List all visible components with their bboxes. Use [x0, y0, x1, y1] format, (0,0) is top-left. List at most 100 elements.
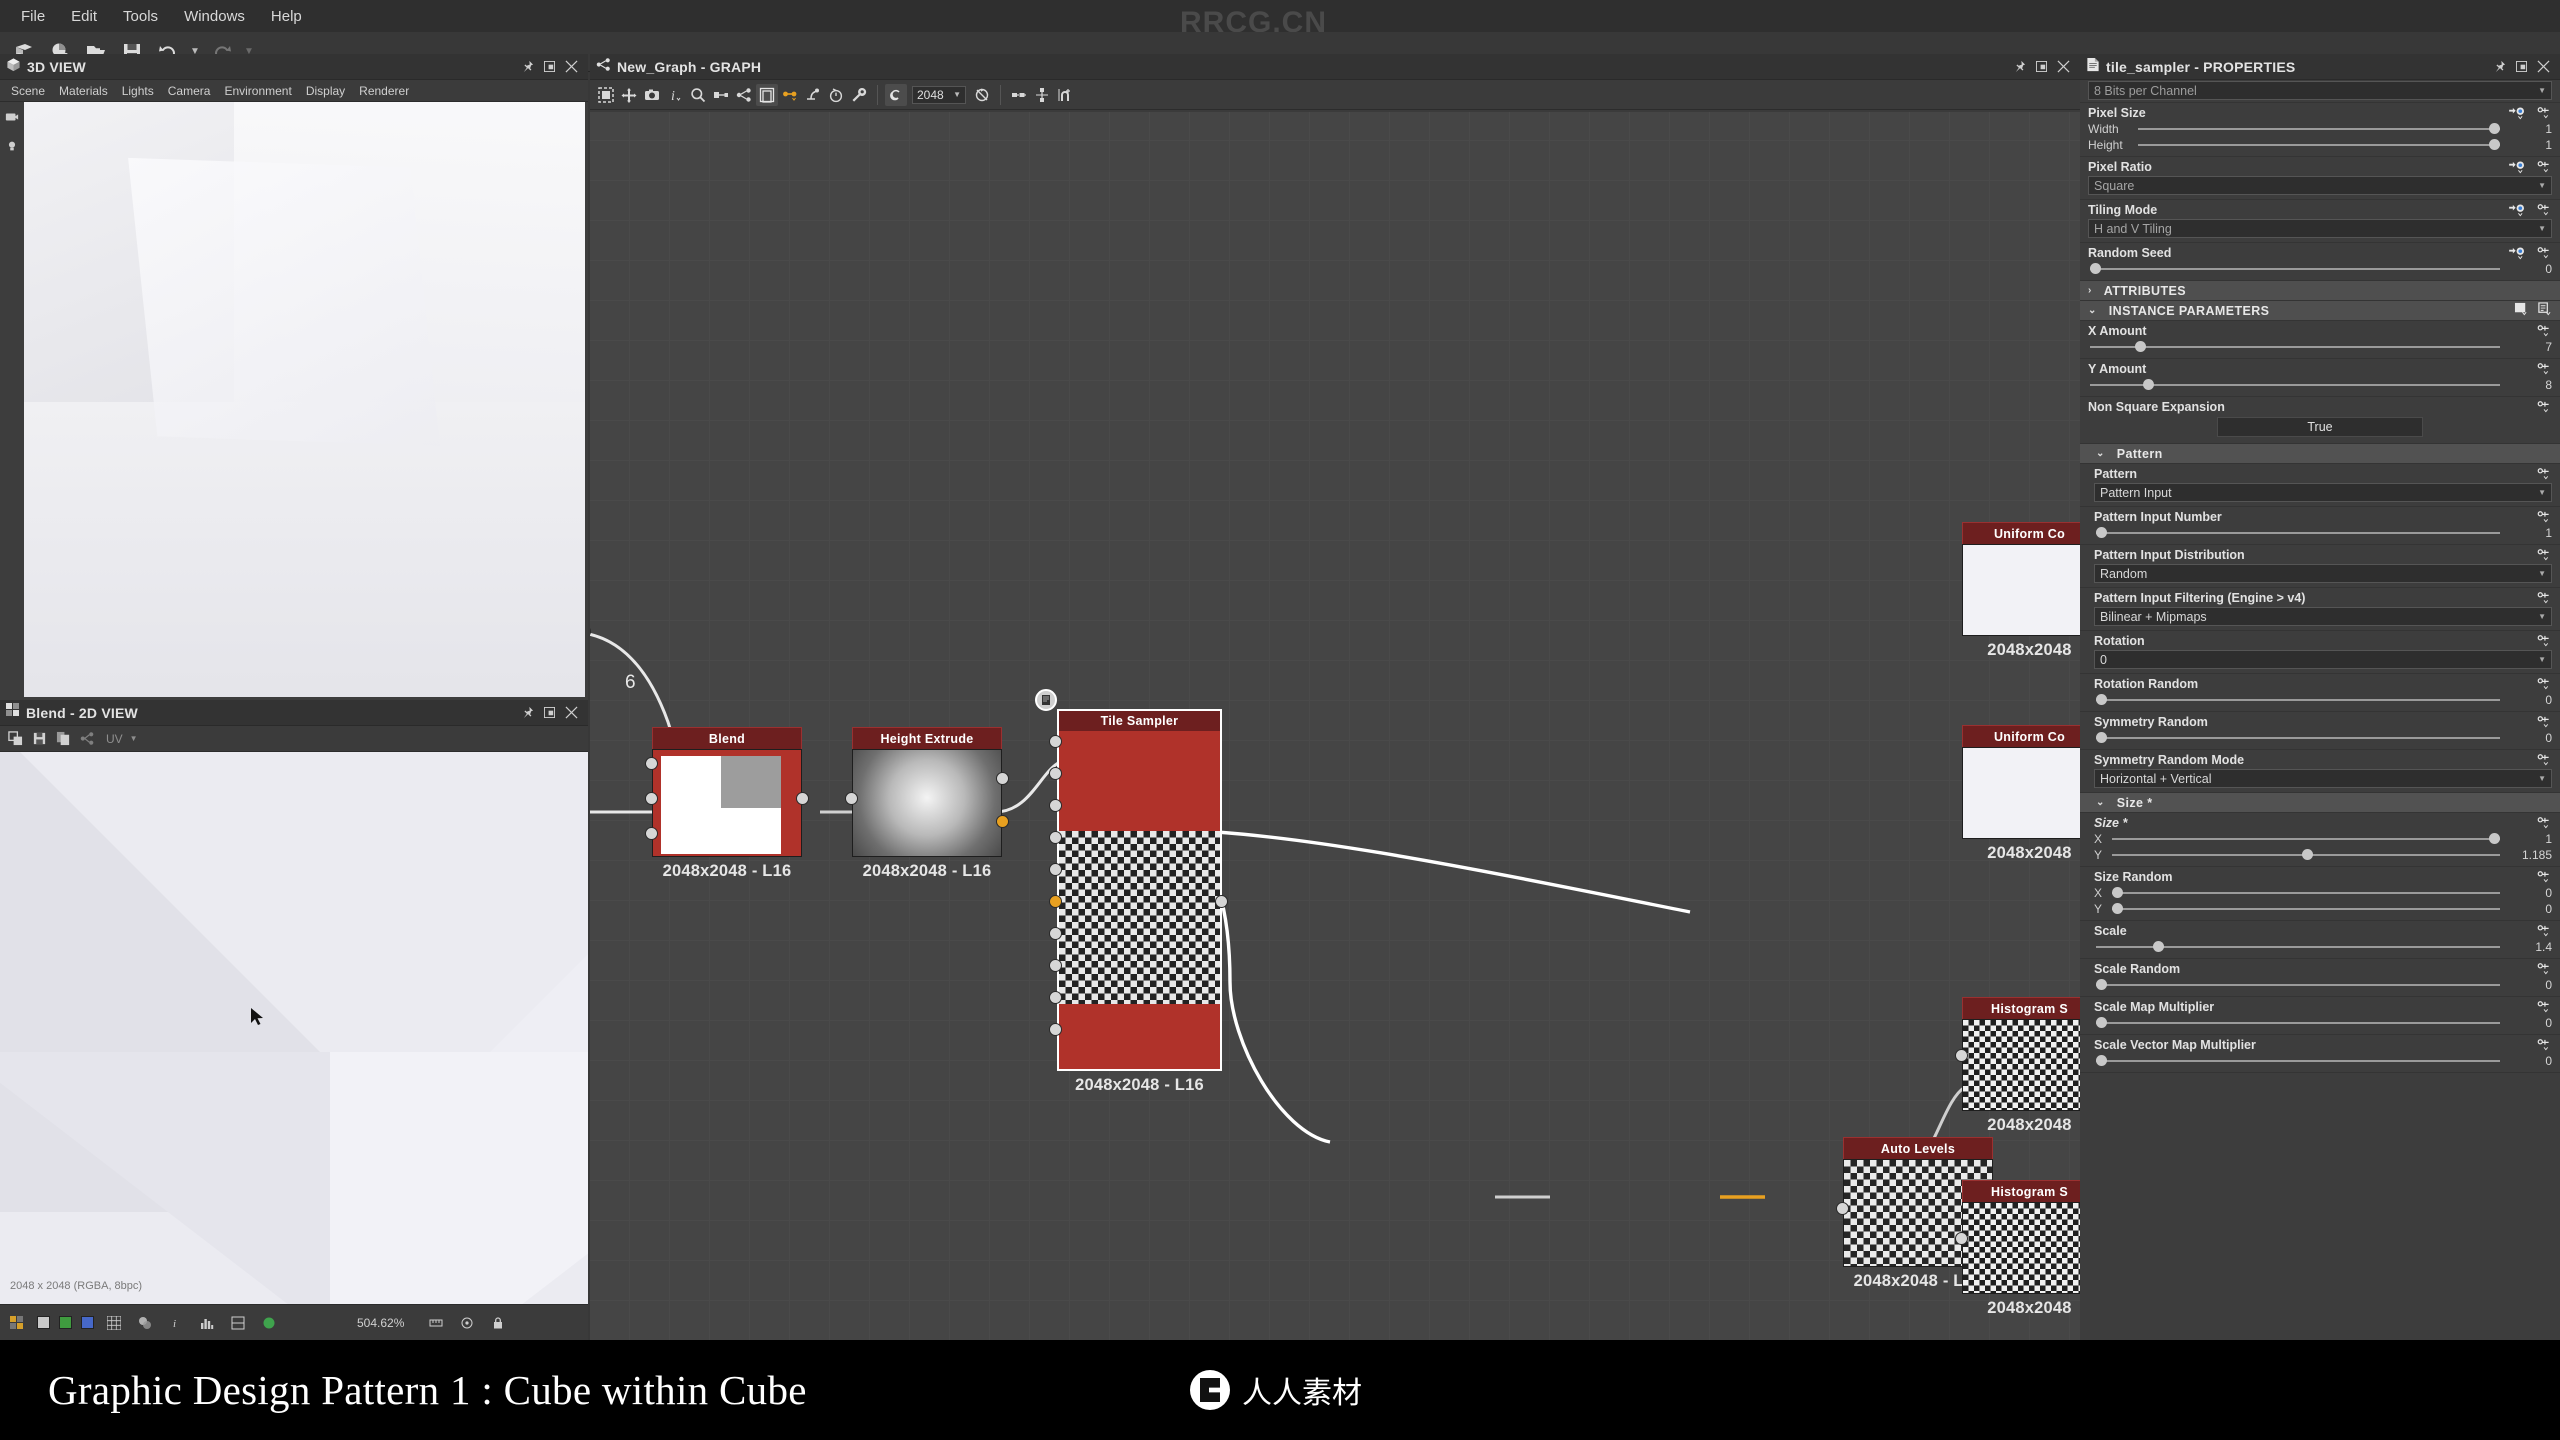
section-size[interactable]: ⌄ Size * — [2080, 793, 2560, 813]
non-square-expansion-toggle[interactable]: True — [2217, 417, 2423, 437]
rotation-combo[interactable]: 0 ▼ — [2094, 650, 2552, 669]
function-graph-icon[interactable] — [2536, 1039, 2552, 1057]
3d-menu-environment[interactable]: Environment — [217, 82, 298, 100]
size-random-x-slider[interactable]: X 0 — [2094, 886, 2552, 900]
color-picker-icon[interactable] — [258, 1312, 280, 1334]
ruler-icon[interactable] — [425, 1312, 447, 1334]
pixel-size-height-slider[interactable]: Height 1 — [2088, 138, 2552, 152]
move-icon[interactable] — [618, 84, 640, 106]
slider-knob[interactable] — [2096, 732, 2107, 743]
slider-knob[interactable] — [2096, 1017, 2107, 1028]
node-input-port[interactable] — [1836, 1202, 1849, 1215]
slider-knob[interactable] — [2096, 694, 2107, 705]
function-graph-icon[interactable] — [2536, 511, 2552, 529]
slider-knob[interactable] — [2152, 941, 2164, 952]
pixel-ratio-combo[interactable]: Square ▼ — [2088, 176, 2552, 195]
reroute-icon[interactable] — [802, 84, 824, 106]
section-attributes[interactable]: › ATTRIBUTES — [2080, 281, 2560, 301]
camera-icon[interactable] — [641, 84, 663, 106]
slider-knob[interactable] — [2112, 903, 2123, 914]
3d-menu-renderer[interactable]: Renderer — [352, 82, 416, 100]
chevron-down-icon[interactable]: ▼ — [2538, 224, 2546, 233]
search-icon[interactable] — [687, 84, 709, 106]
chevron-down-icon[interactable]: ▼ — [130, 734, 138, 743]
size-random-y-slider[interactable]: Y 0 — [2094, 902, 2552, 916]
y-amount-slider[interactable]: 8 — [2088, 378, 2552, 392]
pattern-input-filtering-combo[interactable]: Bilinear + Mipmaps ▼ — [2094, 607, 2552, 626]
close-icon[interactable] — [560, 56, 582, 78]
maximize-icon[interactable] — [2510, 56, 2532, 78]
slider-knob[interactable] — [2489, 139, 2500, 150]
node-input-port[interactable] — [645, 757, 658, 770]
node-histogram-scan-1[interactable]: Histogram S 2048x2048 — [1955, 997, 2080, 1135]
symmetry-random-mode-combo[interactable]: Horizontal + Vertical ▼ — [2094, 769, 2552, 788]
node-input-port[interactable] — [1049, 863, 1062, 876]
function-graph-icon[interactable] — [2536, 963, 2552, 981]
paste-parameters-icon[interactable] — [2537, 302, 2552, 319]
pattern-combo[interactable]: Pattern Input ▼ — [2094, 483, 2552, 502]
slider-knob[interactable] — [2096, 1055, 2107, 1066]
node-input-port[interactable] — [1955, 1049, 1968, 1062]
chevron-down-icon[interactable]: ▼ — [2538, 774, 2546, 783]
comment-link-icon[interactable] — [779, 84, 801, 106]
color-swatch-blue[interactable] — [81, 1316, 94, 1329]
node-input-port[interactable] — [1049, 927, 1062, 940]
graph-nodes-icon[interactable] — [733, 84, 755, 106]
slider-knob[interactable] — [2135, 341, 2147, 352]
snap-icon[interactable] — [1054, 84, 1076, 106]
node-histogram-scan-2[interactable]: Histogram S 2048x2048 — [1955, 1180, 2080, 1318]
loop-icon[interactable] — [885, 83, 907, 106]
function-graph-icon[interactable] — [2536, 678, 2552, 696]
chevron-down-icon[interactable]: ⌄ — [2096, 448, 2105, 459]
info-icon[interactable]: i — [664, 84, 686, 106]
properties-scroll-area[interactable]: 8 Bits per Channel ▼ Pixel Size Width 1 … — [2080, 80, 2560, 1322]
pin-icon[interactable] — [2008, 56, 2030, 78]
tile-icon[interactable] — [103, 1312, 125, 1334]
2d-viewport[interactable] — [0, 752, 588, 1304]
frame-icon[interactable] — [756, 83, 778, 106]
node-input-port[interactable] — [1049, 831, 1062, 844]
target-icon[interactable] — [456, 1312, 478, 1334]
bitdepth-combo[interactable]: 8 Bits per Channel ▼ — [2088, 81, 2552, 100]
grid-toggle-icon[interactable] — [6, 1312, 28, 1334]
3d-menu-scene[interactable]: Scene — [4, 82, 52, 100]
distribute-icon[interactable] — [1031, 84, 1053, 106]
slider-knob[interactable] — [2112, 887, 2123, 898]
chevron-down-icon[interactable]: ▼ — [2538, 655, 2546, 664]
rotation-random-slider[interactable]: 0 — [2094, 693, 2552, 707]
camera-icon[interactable] — [5, 110, 19, 129]
3d-menu-lights[interactable]: Lights — [115, 82, 161, 100]
slider-knob[interactable] — [2302, 849, 2314, 860]
channels-icon[interactable] — [134, 1312, 156, 1334]
chevron-right-icon[interactable]: › — [2088, 285, 2092, 296]
graph-size-combo[interactable]: 2048 ▼ — [912, 85, 966, 104]
duplicate-icon[interactable] — [52, 728, 74, 750]
expose-parameter-icon[interactable] — [2509, 107, 2526, 125]
section-pattern[interactable]: ⌄ Pattern — [2080, 444, 2560, 464]
info-icon[interactable]: i — [165, 1312, 187, 1334]
slider-knob[interactable] — [2489, 833, 2500, 844]
menu-edit[interactable]: Edit — [58, 5, 110, 28]
bitdepth-icon[interactable] — [227, 1312, 249, 1334]
scale-slider[interactable]: 1.4 — [2094, 940, 2552, 954]
slider-knob[interactable] — [2096, 979, 2107, 990]
node-input-port[interactable] — [1955, 1232, 1968, 1245]
node-input-port-orange[interactable] — [1049, 895, 1062, 908]
slider-knob[interactable] — [2143, 379, 2155, 390]
2d-channel-label[interactable]: UV — [106, 732, 123, 746]
light-icon[interactable] — [5, 139, 19, 158]
node-badge-icon[interactable] — [1035, 689, 1057, 711]
pin-icon[interactable] — [2488, 56, 2510, 78]
function-graph-icon[interactable] — [2536, 817, 2552, 835]
pattern-input-number-slider[interactable]: 1 — [2094, 526, 2552, 540]
size-y-slider[interactable]: Y 1.185 — [2094, 848, 2552, 862]
color-swatch-green[interactable] — [59, 1316, 72, 1329]
function-graph-icon[interactable] — [2536, 871, 2552, 889]
function-graph-icon[interactable] — [2536, 401, 2552, 419]
close-icon[interactable] — [2052, 56, 2074, 78]
pin-icon[interactable] — [516, 56, 538, 78]
node-input-port[interactable] — [645, 792, 658, 805]
maximize-icon[interactable] — [538, 702, 560, 724]
node-input-port[interactable] — [1049, 799, 1062, 812]
node-blend[interactable]: Blend 2048x2048 - L16 — [645, 727, 809, 881]
